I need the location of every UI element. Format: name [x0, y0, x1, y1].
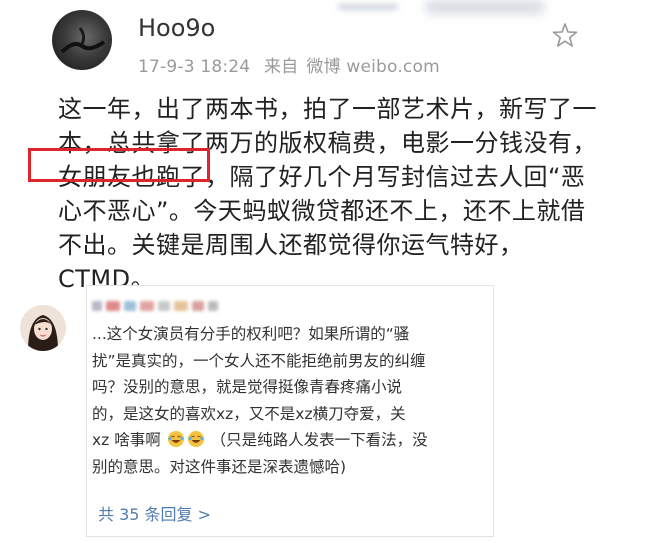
comment-line: 别的意思。对这件事还是深表遗憾哈) — [92, 457, 347, 476]
comment-fragment: xz 啥事啊 — [92, 431, 161, 449]
comment-line: 的，是这女的喜欢xz，又不是xz横刀夺爱，关 — [92, 404, 406, 423]
author-username[interactable]: Hoo9o — [138, 14, 215, 42]
comment-fragment: （只是纯路人发表一下看法，没 — [210, 431, 428, 449]
favorite-star-icon[interactable] — [552, 22, 578, 48]
comment-text: ...这个女演员有分手的权利吧？如果所谓的“骚 扰”是真实的，一个女人还不能拒绝… — [92, 321, 482, 480]
post-line: 这一年，出了两本书，拍了一部艺术片，新写了一 — [58, 95, 597, 123]
comment-line: xz 啥事啊 （只是纯路人发表一下看法，没 — [92, 427, 482, 454]
post-date: 17-9-3 18:24 — [138, 57, 251, 77]
view-replies-link[interactable]: 共 35 条回复 > — [98, 501, 211, 525]
comment-line: 扰”是真实的，一个女人还不能拒绝前男友的纠缠 — [92, 351, 426, 370]
author-avatar[interactable] — [52, 10, 112, 70]
laughing-tears-icon — [187, 431, 204, 447]
post-body: 这一年，出了两本书，拍了一部艺术片，新写了一 本，总共拿了两万的版权稿费，电影一… — [58, 92, 618, 296]
laughing-tears-icon — [167, 431, 184, 447]
post-line: 心不恶心”。今天蚂蚁微贷都还不上，还不上就借 — [58, 197, 586, 225]
source-name[interactable]: 微博 weibo.com — [306, 57, 440, 77]
post-header: Hoo9o 17-9-3 18:24 来自 微博 weibo.com — [0, 0, 646, 80]
commenter-avatar[interactable] — [20, 305, 66, 351]
post-meta: 17-9-3 18:24 来自 微博 weibo.com — [138, 52, 448, 77]
source-prefix: 来自 — [263, 57, 299, 77]
comment-line: 吗？没别的意思，就是觉得挺像青春疼痛小说 — [92, 378, 403, 396]
comment-line: ...这个女演员有分手的权利吧？如果所谓的“骚 — [92, 325, 410, 343]
post-line: 不出。关键是周围人还都觉得你运气特好， — [58, 231, 524, 259]
blurred-commenter-name — [92, 297, 242, 313]
blurred-watermark — [330, 0, 570, 18]
post-line: 本，总共拿了两万的版权稿费，电影一分钱没有， — [58, 129, 597, 157]
post-line: 女朋友也跑了，隔了好几个月写封信过去人回“恶 — [58, 163, 586, 191]
